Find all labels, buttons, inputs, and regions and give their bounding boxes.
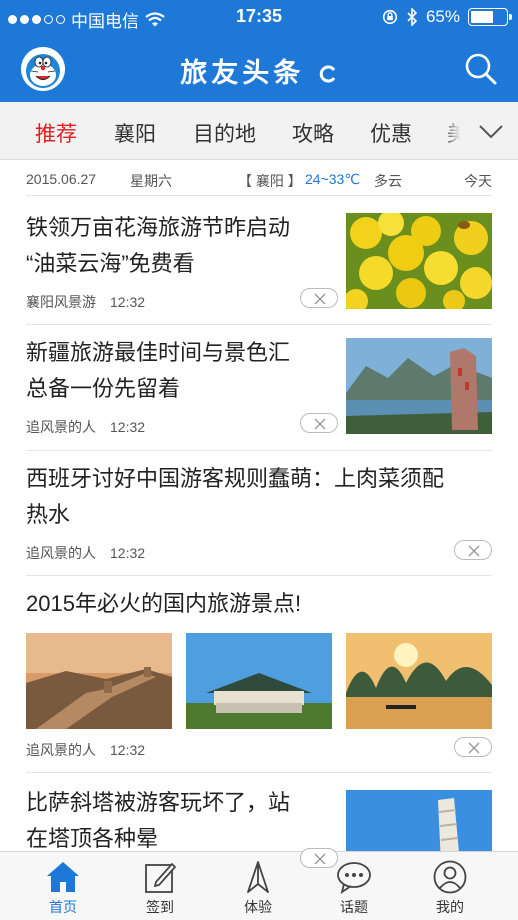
- news-time: 12:32: [110, 742, 146, 758]
- home-icon: [47, 862, 79, 892]
- nav-home-label: 首页: [49, 899, 77, 915]
- battery-icon: [468, 8, 512, 26]
- tab-guides[interactable]: 攻略: [292, 118, 334, 148]
- date-weather-bar: 2015.06.27 星期六 【 襄阳 】 24~33℃ 多云 今天: [26, 160, 492, 196]
- nav-home[interactable]: 首页: [11, 852, 115, 920]
- close-icon: [314, 293, 326, 305]
- category-tabs: 推荐 襄阳 目的地 攻略 优惠 美: [0, 102, 518, 160]
- mountain-lake-image: [346, 338, 492, 434]
- news-item[interactable]: 西班牙讨好中国游客规则蠢萌：上肉菜须配 热水 追风景的人 12:32: [26, 451, 492, 576]
- news-time: 12:32: [110, 419, 146, 435]
- news-time: 12:32: [110, 545, 146, 561]
- close-icon: [468, 742, 480, 754]
- tab-recommend[interactable]: 推荐: [35, 118, 77, 148]
- news-item[interactable]: 2015年必火的国内旅游景点! 追风景的人 12:32: [26, 576, 492, 773]
- dismiss-button[interactable]: [300, 288, 338, 308]
- news-thumbnail: [26, 633, 172, 729]
- nav-experience[interactable]: 体验: [206, 852, 310, 920]
- temple-image: [186, 633, 332, 729]
- tab-destination[interactable]: 目的地: [193, 118, 256, 148]
- app-header: 旅友头条: [0, 34, 518, 102]
- leaning-tower-image: [346, 790, 492, 853]
- news-item[interactable]: 铁领万亩花海旅游节昨启动 “油菜云海”免费看 襄阳风景游 12:32: [26, 196, 492, 325]
- news-thumbnail: [346, 790, 492, 853]
- news-title: 铁领万亩花海旅游节昨启动 “油菜云海”免费看: [26, 215, 291, 276]
- news-meta: 追风景的人 12:32: [26, 417, 145, 437]
- news-source: 追风景的人: [26, 742, 96, 758]
- news-item[interactable]: 新疆旅游最佳时间与景色汇 总备一份先留着 追风景的人 12:32: [26, 325, 492, 451]
- news-source: 襄阳风景游: [26, 294, 96, 310]
- news-title: 比萨斜塔被游客玩坏了，站 在塔顶各种晕: [26, 790, 291, 851]
- news-thumbnail: [346, 338, 492, 434]
- news-title: 新疆旅游最佳时间与景色汇 总备一份先留着: [26, 340, 291, 401]
- news-meta: 追风景的人 12:32: [26, 543, 145, 563]
- bluetooth-icon: [407, 8, 418, 26]
- dismiss-button[interactable]: [454, 540, 492, 560]
- weather-label: 多云: [374, 173, 402, 189]
- nav-checkin-label: 签到: [146, 899, 174, 915]
- news-source: 追风景的人: [26, 545, 96, 561]
- user-icon: [433, 860, 467, 894]
- temperature-label: 24~33℃: [305, 171, 361, 187]
- news-title: 2015年必火的国内旅游景点!: [26, 591, 302, 616]
- weekday-label: 星期六: [130, 173, 172, 189]
- news-title: 西班牙讨好中国游客规则蠢萌：上肉菜须配 热水: [26, 466, 445, 527]
- expand-tabs-button[interactable]: [460, 102, 518, 159]
- rotation-lock-icon: [382, 9, 398, 25]
- nav-checkin[interactable]: 签到: [108, 852, 212, 920]
- paper-plane-icon: [247, 861, 269, 893]
- tab-deals[interactable]: 优惠: [370, 118, 412, 148]
- close-icon: [314, 853, 326, 865]
- guilin-river-image: [346, 633, 492, 729]
- date-label: 2015.06.27: [26, 171, 97, 187]
- chevron-down-icon: [479, 125, 503, 139]
- nav-profile-label: 我的: [436, 899, 464, 915]
- news-meta: 追风景的人 12:32: [26, 740, 145, 760]
- dismiss-button[interactable]: [454, 737, 492, 757]
- news-item[interactable]: 比萨斜塔被游客玩坏了，站 在塔顶各种晕: [26, 773, 492, 853]
- refresh-icon[interactable]: [318, 64, 338, 84]
- status-bar: 中国电信 17:35 65%: [0, 0, 518, 34]
- news-thumbnail: [186, 633, 332, 729]
- nav-experience-label: 体验: [244, 899, 272, 915]
- app-title-text: 旅友头条: [180, 58, 305, 89]
- news-time: 12:32: [110, 294, 146, 310]
- news-thumbnail: [346, 633, 492, 729]
- close-icon: [314, 418, 326, 430]
- edit-icon: [145, 862, 177, 893]
- news-source: 追风景的人: [26, 419, 96, 435]
- battery-percent: 65%: [425, 7, 460, 26]
- dismiss-button[interactable]: [300, 413, 338, 433]
- news-thumbnail: [346, 213, 492, 309]
- great-wall-image: [26, 633, 172, 729]
- search-icon[interactable]: [464, 52, 498, 86]
- today-label: 今天: [464, 173, 492, 189]
- chat-bubble-icon: [337, 862, 371, 894]
- bottom-navigation: 首页 签到 体验 话题 我的: [0, 848, 518, 920]
- close-icon: [468, 545, 480, 557]
- dismiss-button[interactable]: [300, 848, 338, 868]
- rapeseed-flowers-image: [346, 213, 492, 309]
- app-title: 旅友头条: [0, 51, 518, 90]
- nav-profile[interactable]: 我的: [398, 852, 502, 920]
- nav-topics-label: 话题: [340, 899, 368, 915]
- city-label: 【 襄阳 】: [238, 173, 302, 189]
- tab-xiangyang[interactable]: 襄阳: [114, 118, 156, 148]
- news-meta: 襄阳风景游 12:32: [26, 292, 145, 312]
